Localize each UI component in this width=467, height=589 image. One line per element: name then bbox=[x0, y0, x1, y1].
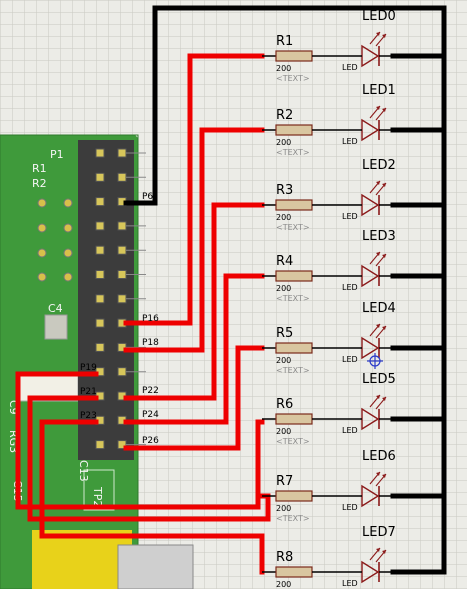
led-type-label: LED bbox=[342, 137, 358, 146]
resistor-body bbox=[275, 199, 313, 211]
resistor-text-placeholder: <TEXT> bbox=[276, 223, 310, 232]
resistor-value: 200 bbox=[276, 64, 291, 73]
resistor-text-placeholder: <TEXT> bbox=[276, 437, 310, 446]
led-type-label: LED bbox=[342, 283, 358, 292]
resistor-body bbox=[275, 413, 313, 425]
schematic-canvas[interactable]: P1 R1 R2 C4 C9 RG3 C13 C15 TP2 R1 200 <TEXT> R2 200 <… bbox=[0, 0, 467, 589]
resistor-name: R2 bbox=[276, 108, 293, 123]
resistor-value: 200 bbox=[276, 504, 291, 513]
pin-label-p23: P23 bbox=[80, 411, 97, 421]
resistor-text-placeholder: <TEXT> bbox=[276, 148, 310, 157]
resistor-value: 200 bbox=[276, 138, 291, 147]
header-pin bbox=[117, 221, 127, 231]
led-type-label: LED bbox=[342, 63, 358, 72]
resistor-value: 200 bbox=[276, 284, 291, 293]
led-name: LED7 bbox=[362, 525, 396, 540]
resistor-text-placeholder: <TEXT> bbox=[276, 366, 310, 375]
resistor-body bbox=[275, 490, 313, 502]
yellow-connector bbox=[32, 530, 132, 589]
pin-label-p18: P18 bbox=[142, 338, 159, 348]
resistor-name: R6 bbox=[276, 397, 293, 412]
resistor-body bbox=[275, 342, 313, 354]
led-name: LED2 bbox=[362, 158, 396, 173]
resistor-body bbox=[275, 50, 313, 62]
led-type-label: LED bbox=[342, 212, 358, 221]
board-label: TP2 bbox=[91, 486, 104, 507]
resistor-value: 200 bbox=[276, 356, 291, 365]
resistor-value: 200 bbox=[276, 580, 291, 589]
header-pin bbox=[117, 172, 127, 182]
led-type-label: LED bbox=[342, 503, 358, 512]
header-pin bbox=[117, 294, 127, 304]
board-label: R1 bbox=[32, 162, 47, 175]
resistor-body bbox=[275, 124, 313, 136]
resistor-text-placeholder: <TEXT> bbox=[276, 514, 310, 523]
capacitor-c4 bbox=[44, 314, 68, 340]
led-name: LED3 bbox=[362, 229, 396, 244]
resistor-value: 200 bbox=[276, 213, 291, 222]
header-pin bbox=[95, 270, 105, 279]
led-type-label: LED bbox=[342, 579, 358, 588]
board-label: C4 bbox=[48, 302, 63, 315]
pin-label-p22: P22 bbox=[142, 386, 159, 396]
led-type-label: LED bbox=[342, 426, 358, 435]
header-pin bbox=[117, 367, 127, 377]
resistor-body bbox=[275, 270, 313, 282]
led-name: LED4 bbox=[362, 301, 396, 316]
header-pin bbox=[95, 221, 105, 231]
led-type-label: LED bbox=[342, 355, 358, 364]
resistor-value: 200 bbox=[276, 427, 291, 436]
resistor-name: R3 bbox=[276, 183, 293, 198]
resistor-name: R1 bbox=[276, 34, 293, 49]
led-name: LED0 bbox=[362, 9, 396, 24]
resistor-name: R4 bbox=[276, 254, 293, 269]
audio-jack bbox=[117, 544, 194, 589]
pin-label-p16: P16 bbox=[142, 314, 159, 324]
resistor-name: R5 bbox=[276, 326, 293, 341]
led-name: LED6 bbox=[362, 449, 396, 464]
header-pin bbox=[95, 197, 105, 207]
pin-label-p24: P24 bbox=[142, 410, 159, 420]
header-pin bbox=[95, 318, 105, 328]
pin-label-p6: P6 bbox=[142, 192, 153, 202]
header-pin bbox=[95, 342, 105, 352]
header-pin bbox=[95, 245, 105, 255]
board-label: R2 bbox=[32, 177, 47, 190]
header-pin bbox=[117, 245, 127, 255]
resistor-name: R8 bbox=[276, 550, 293, 565]
schematic-svg: P1R1R2C4C9RG3C13C15 TP2 R1200<TEXT>R2200<… bbox=[0, 0, 467, 589]
header-pin bbox=[117, 270, 127, 279]
header-pin bbox=[95, 294, 105, 304]
header-pin bbox=[117, 148, 127, 158]
resistor-name: R7 bbox=[276, 474, 293, 489]
header-pin bbox=[95, 440, 105, 450]
header-pin bbox=[95, 172, 105, 182]
board-label: P1 bbox=[50, 148, 64, 161]
resistor-text-placeholder: <TEXT> bbox=[276, 294, 310, 303]
pin-label-p26: P26 bbox=[142, 436, 159, 446]
resistor-text-placeholder: <TEXT> bbox=[276, 74, 310, 83]
resistor-body bbox=[275, 566, 313, 578]
pin-label-p21: P21 bbox=[80, 387, 97, 397]
led-name: LED5 bbox=[362, 372, 396, 387]
board-label: C13 bbox=[77, 460, 90, 482]
pin-label-p19: P19 bbox=[80, 363, 97, 373]
led-name: LED1 bbox=[362, 83, 396, 98]
header-pin bbox=[95, 148, 105, 158]
